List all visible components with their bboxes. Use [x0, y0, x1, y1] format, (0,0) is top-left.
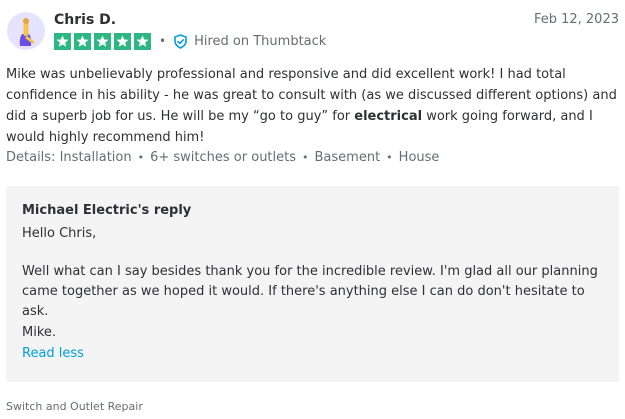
- star-icon: [94, 32, 111, 50]
- hired-on-thumbtack-label: Hired on Thumbtack: [194, 33, 327, 49]
- detail-item: Basement: [314, 150, 381, 165]
- reviewer-name: Chris D.: [54, 12, 117, 28]
- reply-greeting: Hello Chris,: [22, 226, 97, 241]
- detail-item: House: [398, 150, 440, 165]
- review-text-bold: electrical: [354, 109, 423, 124]
- star-icon: [134, 32, 151, 50]
- avatar: [7, 12, 45, 50]
- dot-separator: •: [137, 151, 145, 164]
- review-date: Feb 12, 2023: [533, 12, 619, 27]
- read-less-link[interactable]: Read less: [22, 346, 84, 361]
- detail-item: Installation: [59, 150, 132, 165]
- star-icon: [74, 32, 91, 50]
- dot-separator: •: [159, 34, 167, 48]
- reply-text: Well what can I say besides thank you fo…: [22, 264, 598, 319]
- star-icon: [114, 32, 131, 50]
- dot-separator: •: [302, 151, 309, 164]
- rating-row: • Hired on Thumbtack: [54, 31, 326, 51]
- business-reply: Michael Electric's reply Hello Chris, We…: [6, 186, 619, 382]
- details-label: Details:: [6, 150, 56, 165]
- star-icon: [54, 32, 71, 50]
- review-text: Mike was unbelievably professional and r…: [6, 64, 618, 148]
- shield-check-icon: [173, 33, 188, 49]
- reply-title: Michael Electric's reply: [22, 203, 192, 218]
- project-details: Details: Installation • 6+ switches or o…: [6, 150, 439, 165]
- detail-item: 6+ switches or outlets: [150, 150, 297, 165]
- avatar-illustration: [7, 12, 45, 50]
- reply-signoff: Mike.: [22, 325, 57, 340]
- service-name: Switch and Outlet Repair: [6, 400, 143, 413]
- dot-separator: •: [386, 151, 393, 164]
- star-rating: [54, 32, 151, 50]
